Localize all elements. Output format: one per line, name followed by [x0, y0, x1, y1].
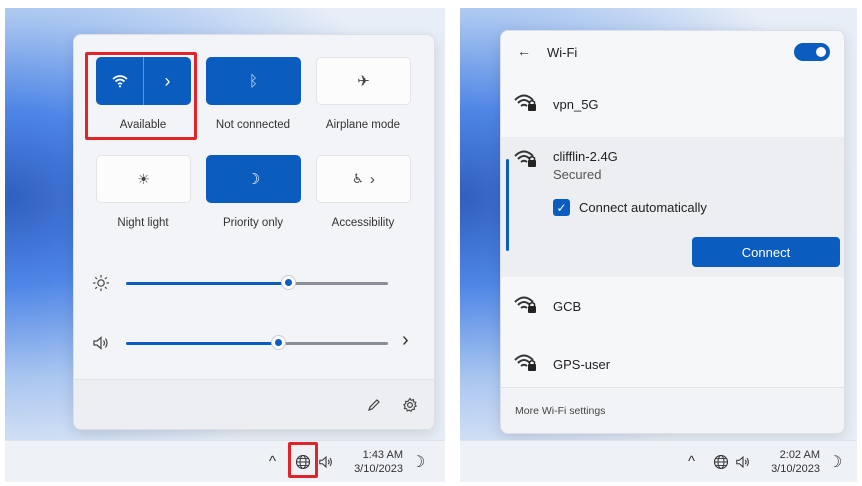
network-item-selected[interactable]: clifflin-2.4G Secured ✓ Connect automati… [501, 137, 844, 277]
network-status: Secured [553, 167, 602, 182]
quick-settings-footer [74, 379, 434, 429]
quick-settings-screenshot: › Available ᛒ Not connected ✈ Airplane m… [5, 8, 445, 482]
show-hidden-icons-chevron[interactable]: ^ [269, 453, 276, 470]
back-arrow-icon[interactable]: ← [517, 43, 531, 59]
network-item[interactable]: vpn_5G [501, 75, 844, 127]
secured-wifi-icon [514, 150, 536, 167]
taskbar-clock[interactable]: 1:43 AM 3/10/2023 [343, 448, 403, 476]
more-wifi-settings-link[interactable]: More Wi-Fi settings [515, 405, 605, 417]
network-name: clifflin-2.4G [553, 149, 618, 164]
focus-assist-tile-label: Priority only [222, 217, 284, 229]
wifi-panel: ← Wi-Fi vpn_5G clifflin-2.4G Secured ✓ C… [500, 30, 845, 434]
network-item[interactable]: GCB [501, 279, 844, 331]
bluetooth-icon: ᛒ [248, 72, 258, 90]
brightness-thumb[interactable] [282, 276, 296, 289]
wifi-toggle[interactable] [794, 43, 830, 61]
clock-time: 1:43 AM [362, 449, 403, 461]
pencil-icon[interactable] [364, 395, 384, 415]
gear-icon[interactable] [400, 395, 420, 415]
focus-moon-icon[interactable]: ☽ [828, 452, 842, 472]
bluetooth-tile[interactable]: ᛒ [206, 57, 301, 105]
brightness-track-fill [126, 282, 289, 285]
speaker-icon [93, 336, 108, 350]
wifi-footer: More Wi-Fi settings [501, 387, 844, 433]
airplane-mode-tile[interactable]: ✈ [316, 57, 411, 105]
chevron-right-icon: › [369, 170, 375, 188]
audio-output-chevron-icon[interactable]: › [402, 329, 409, 352]
airplane-mode-tile-label: Airplane mode [325, 119, 401, 131]
network-name: GPS-user [553, 357, 611, 372]
sun-icon: ☀ [137, 170, 150, 187]
speaker-icon[interactable] [315, 451, 337, 473]
connect-button[interactable]: Connect [692, 237, 840, 267]
airplane-icon: ✈ [357, 73, 370, 90]
network-globe-icon[interactable] [710, 451, 732, 473]
show-hidden-icons-chevron[interactable]: ^ [688, 453, 695, 470]
taskbar: ^ 2:02 AM 3/10/2023 ☽ [460, 440, 857, 482]
taskbar: ^ 1:43 AM 3/10/2023 ☽ [5, 440, 445, 482]
network-name: vpn_5G [553, 97, 599, 112]
accessibility-tile-label: Accessibility [331, 217, 395, 229]
taskbar-clock[interactable]: 2:02 AM 3/10/2023 [760, 448, 820, 476]
clock-date: 3/10/2023 [771, 463, 820, 475]
network-item[interactable]: GPS-user [501, 337, 844, 389]
speaker-icon[interactable] [732, 451, 754, 473]
volume-track-rest [283, 342, 388, 345]
selection-indicator [506, 159, 509, 251]
focus-moon-icon[interactable]: ☽ [411, 452, 425, 472]
night-light-tile-label: Night light [117, 217, 169, 229]
brightness-icon [93, 275, 109, 291]
moon-icon: ☽ [246, 171, 261, 188]
secured-wifi-icon [514, 94, 536, 111]
brightness-slider[interactable] [92, 273, 392, 293]
network-icon-highlight [288, 442, 318, 478]
connect-automatically-checkbox[interactable]: ✓ [553, 199, 570, 216]
volume-slider[interactable] [92, 333, 392, 353]
wifi-title: Wi-Fi [547, 45, 578, 60]
night-light-tile[interactable]: ☀ [96, 155, 191, 203]
accessibility-tile[interactable]: ♿ › [316, 155, 411, 203]
comparison-screenshot: › Available ᛒ Not connected ✈ Airplane m… [0, 0, 862, 486]
bluetooth-tile-label: Not connected [215, 119, 291, 131]
secured-wifi-icon [514, 296, 536, 313]
network-name: GCB [553, 299, 582, 314]
clock-date: 3/10/2023 [354, 463, 403, 475]
wifi-list-screenshot: ← Wi-Fi vpn_5G clifflin-2.4G Secured ✓ C… [460, 8, 857, 482]
wifi-tile-highlight [85, 52, 197, 140]
checkmark-icon: ✓ [556, 200, 567, 215]
clock-time: 2:02 AM [779, 449, 820, 461]
volume-track-fill [126, 342, 278, 345]
wifi-header: ← Wi-Fi [501, 31, 844, 73]
connect-automatically-label: Connect automatically [579, 200, 707, 215]
accessibility-icon: ♿ [352, 171, 364, 186]
volume-thumb[interactable] [271, 336, 285, 349]
secured-wifi-icon [514, 354, 536, 371]
focus-assist-tile[interactable]: ☽ [206, 155, 301, 203]
brightness-track-rest [294, 282, 388, 285]
